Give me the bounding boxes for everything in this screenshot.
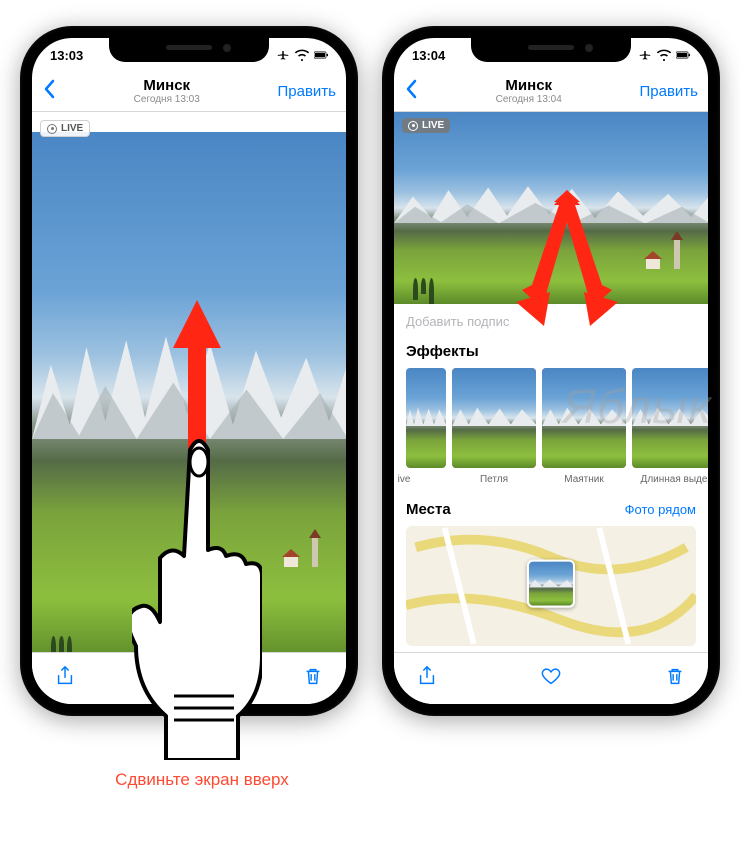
places-map[interactable] [406,526,696,646]
places-nearby-link[interactable]: Фото рядом [625,502,696,517]
nav-title-text: Минск [496,77,562,94]
effect-loop[interactable]: Петля [452,368,536,485]
live-icon [408,121,418,131]
effect-label: Маятник [564,474,603,485]
favorite-button[interactable] [540,665,562,692]
notch [471,38,631,62]
live-label: LIVE [422,120,444,131]
status-time: 13:04 [412,48,445,63]
nav-subtitle: Сегодня 13:04 [496,94,562,106]
status-indicators [638,49,690,61]
map-pin-thumbnail[interactable] [527,560,575,608]
effect-live[interactable]: ive [406,368,446,485]
effect-label: Длинная выде [641,474,708,485]
places-title: Места [406,501,451,518]
share-icon [416,665,438,687]
effects-row[interactable]: ive Петля Маятник Длинная выде [394,368,708,485]
chevron-left-icon [404,79,418,99]
share-button[interactable] [416,665,438,692]
chevron-left-icon [42,79,56,99]
effect-bounce[interactable]: Маятник [542,368,626,485]
nav-title: Минск Сегодня 13:03 [134,77,200,106]
caption-input[interactable]: Добавить подпис [394,304,708,331]
nav-subtitle: Сегодня 13:03 [134,94,200,106]
delete-button[interactable] [664,665,686,692]
nav-title-text: Минск [134,77,200,94]
swipe-hint-text: Сдвиньте экран вверх [112,770,292,790]
live-label: LIVE [61,123,83,134]
battery-icon [314,49,328,61]
notch [109,38,269,62]
share-icon [54,665,76,687]
back-button[interactable] [404,79,418,104]
photo-image [394,112,708,304]
trash-icon [302,665,324,687]
delete-button[interactable] [302,665,324,692]
photo-image [32,132,346,662]
live-badge: LIVE [402,118,450,133]
nav-title: Минск Сегодня 13:04 [496,77,562,106]
photo-viewer[interactable] [32,132,346,662]
bottom-toolbar [394,652,708,704]
effect-long-exposure[interactable]: Длинная выде [632,368,708,485]
live-badge: LIVE [40,120,90,137]
heart-icon [540,665,562,687]
status-indicators [276,49,328,61]
nav-bar: Минск Сегодня 13:03 Править [32,72,346,112]
live-icon [47,124,57,134]
trash-icon [664,665,686,687]
bottom-toolbar [32,652,346,704]
edit-button[interactable]: Править [639,83,698,100]
effect-label: Петля [480,474,508,485]
effects-title: Эффекты [394,331,708,368]
phone-left: 13:03 Минск Сегодня 13:03 Править [20,26,358,716]
share-button[interactable] [54,665,76,692]
edit-button[interactable]: Править [277,83,336,100]
airplane-icon [638,49,652,61]
screen-left: 13:03 Минск Сегодня 13:03 Править [32,38,346,704]
wifi-icon [295,49,309,61]
status-time: 13:03 [50,48,83,63]
back-button[interactable] [42,79,56,104]
places-section: Места Фото рядом [404,501,698,646]
phone-right: 13:04 Минск Сегодня 13:04 Править [382,26,720,716]
battery-icon [676,49,690,61]
photo-viewer[interactable]: LIVE [394,112,708,304]
wifi-icon [657,49,671,61]
nav-bar: Минск Сегодня 13:04 Править [394,72,708,112]
screen-right: 13:04 Минск Сегодня 13:04 Править [394,38,708,704]
effect-label: ive [398,474,411,485]
airplane-icon [276,49,290,61]
